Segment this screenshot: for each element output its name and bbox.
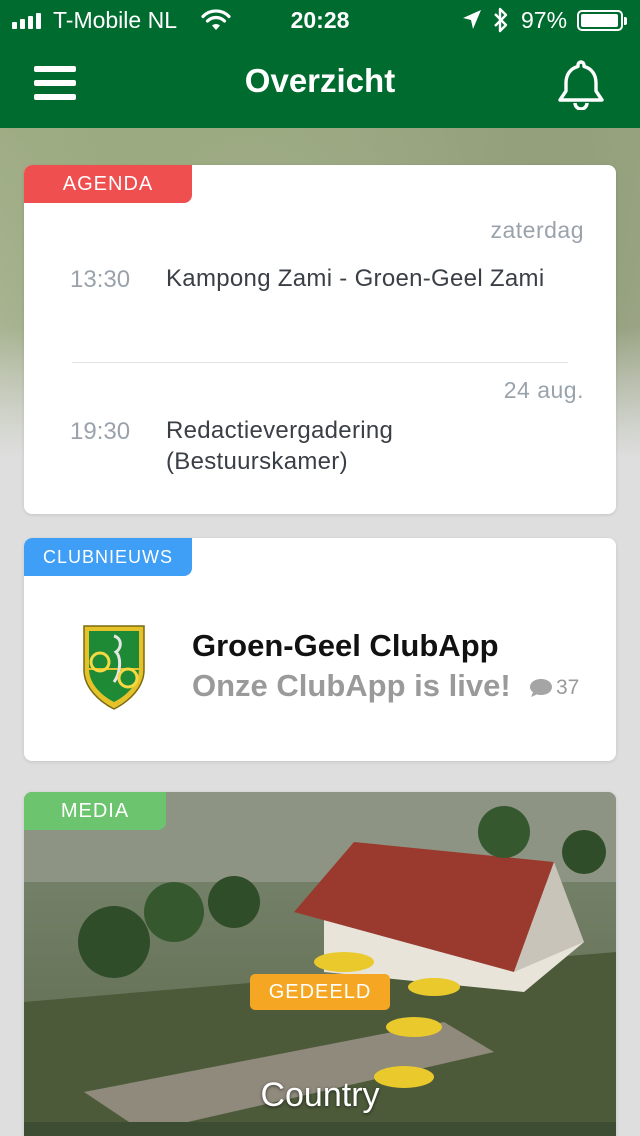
news-title: Groen-Geel ClubApp	[192, 628, 499, 663]
comment-count[interactable]: 37	[529, 676, 579, 700]
agenda-event-time: 19:30	[70, 418, 131, 445]
top-bar: T-Mobile NL 20:28 97% Overzicht	[0, 0, 640, 128]
agenda-divider	[72, 362, 568, 363]
news-subtitle: Onze ClubApp is live!	[192, 668, 511, 703]
comment-bubble-icon	[530, 679, 552, 697]
media-tag: MEDIA	[24, 792, 166, 830]
clubnieuws-card[interactable]: CLUBNIEUWS Groen-Geel ClubApp Onze ClubA…	[24, 538, 616, 761]
status-bar: T-Mobile NL 20:28 97%	[0, 0, 640, 40]
clubnieuws-tag: CLUBNIEUWS	[24, 538, 192, 576]
agenda-day-label: 24 aug.	[503, 377, 584, 403]
agenda-event-time: 13:30	[70, 266, 131, 293]
club-crest-logo	[83, 625, 145, 710]
agenda-event-title[interactable]: Kampong Zami - Groen-Geel Zami	[166, 263, 544, 294]
location-arrow-icon	[463, 10, 481, 29]
shared-badge: GEDEELD	[250, 974, 390, 1010]
battery-percent: 97%	[521, 7, 568, 33]
battery-icon	[577, 10, 627, 31]
media-card[interactable]: MEDIA GEDEELD Country	[24, 792, 616, 1136]
agenda-event-title[interactable]: Redactievergadering (Bestuurskamer)	[166, 415, 466, 477]
media-title: Country	[260, 1076, 380, 1114]
comment-count-label: 37	[556, 676, 580, 699]
agenda-tag: AGENDA	[24, 165, 192, 203]
bluetooth-icon	[494, 7, 508, 33]
bell-icon[interactable]	[556, 58, 606, 110]
page-title: Overzicht	[244, 62, 396, 99]
agenda-day-label: zaterdag	[490, 217, 584, 243]
agenda-card[interactable]: AGENDA zaterdag 13:30 Kampong Zami - Gro…	[24, 165, 616, 514]
